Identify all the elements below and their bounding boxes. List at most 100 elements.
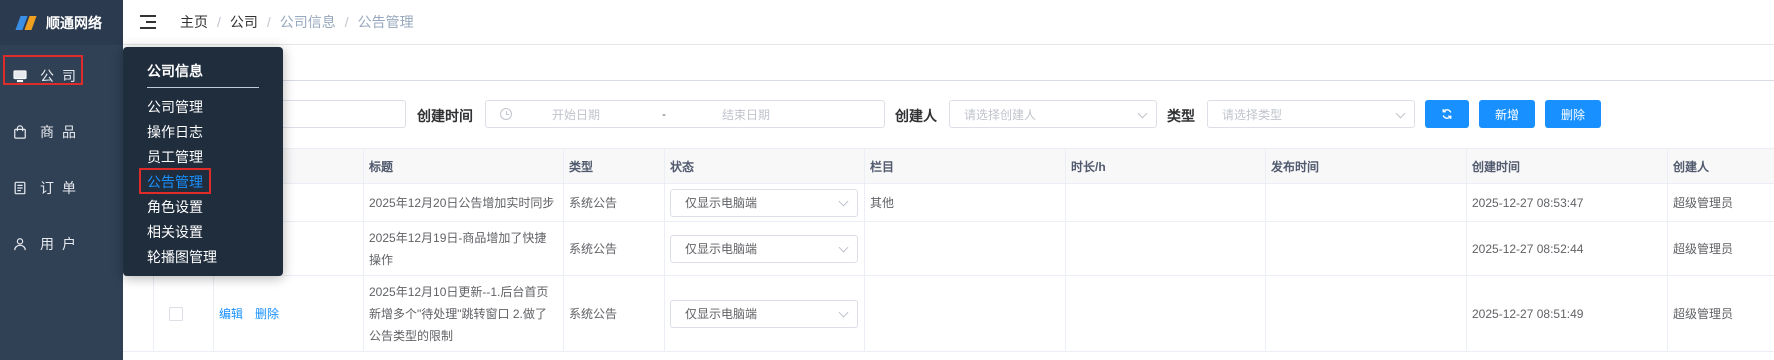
cell-creator: 超级管理员 [1667,276,1774,351]
highlight-box-submenu [139,168,211,194]
column-header-publish-time[interactable]: 发布时间 [1265,149,1466,185]
cell-created-time: 2025-12-27 08:51:49 [1466,276,1667,351]
cell-column: 其他 [864,185,1065,221]
breadcrumb-separator: / [266,14,271,30]
sidebar-item-label: 商品 [40,124,84,140]
submenu-item-company-management[interactable]: 公司管理 [147,97,203,117]
app-root: 顺通网络 公司 商品 订单 用户 主页 / 公司 / 公司信息 / 公告管理 创… [0,0,1774,360]
hamburger-toggle-icon[interactable] [140,15,156,29]
cell-duration [1065,185,1265,221]
submenu-divider [147,87,259,88]
submenu-item-role-settings[interactable]: 角色设置 [147,197,203,217]
refresh-button[interactable] [1425,100,1469,128]
column-header-duration[interactable]: 时长/h [1065,149,1265,185]
highlight-box-sidebar [3,55,83,85]
cell-duration [1065,222,1265,275]
sidebar-item-products[interactable]: 商品 [0,112,123,152]
cell-duration [1065,276,1265,351]
cell-status: 仅显示电脑端 [664,276,864,351]
status-select[interactable]: 仅显示电脑端 [670,189,858,217]
column-header-title[interactable]: 标题 [363,149,563,185]
shopping-bag-icon [12,124,28,140]
status-value: 仅显示电脑端 [685,306,758,321]
logo[interactable]: 顺通网络 [0,0,123,45]
user-icon [12,236,28,252]
clock-icon [500,108,512,120]
document-icon [12,180,28,196]
creator-placeholder: 请选择创建人 [964,107,1037,122]
cell-title: 2025年12月10日更新--1.后台首页新增多个"待处理"跳转窗口 2.做了公… [363,276,563,351]
submenu-flyout: 公司信息 公司管理 操作日志 员工管理 公告管理 角色设置 相关设置 轮播图管理 [123,47,283,276]
submenu-item-employee-management[interactable]: 员工管理 [147,147,203,167]
column-header-creator[interactable]: 创建人 [1667,149,1774,185]
chevron-down-icon [838,242,849,252]
date-range-picker[interactable]: 开始日期 - 结束日期 [485,100,885,128]
column-header-status[interactable]: 状态 [664,149,864,185]
created-time-label: 创建时间 [417,108,473,124]
status-value: 仅显示电脑端 [685,196,758,210]
type-select[interactable]: 请选择类型 [1207,100,1415,128]
row-checkbox[interactable] [168,306,183,321]
sidebar: 顺通网络 公司 商品 订单 用户 [0,0,123,360]
sidebar-item-label: 用户 [40,236,84,252]
cell-type: 系统公告 [563,222,664,275]
submenu-title: 公司信息 [147,63,203,79]
type-placeholder: 请选择类型 [1222,107,1283,122]
top-header: 主页 / 公司 / 公司信息 / 公告管理 [123,0,1774,45]
chevron-down-icon [838,307,849,317]
add-button[interactable]: 新增 [1479,100,1535,128]
column-header-type[interactable]: 类型 [563,149,664,185]
table-row: 2025年12月19日-商品增加了快捷操作 系统公告 仅显示电脑端 2025-1… [123,222,1774,276]
breadcrumb: 主页 / 公司 / 公司信息 / 公告管理 [180,12,414,32]
column-header-column[interactable]: 栏目 [864,149,1065,185]
breadcrumb-separator: / [217,14,221,30]
table-header: 标题 类型 状态 栏目 时长/h 发布时间 创建时间 创建人 [123,148,1774,185]
breadcrumb-separator: / [344,14,349,30]
breadcrumb-company[interactable]: 公司 [230,12,258,32]
cell-title: 2025年12月19日-商品增加了快捷操作 [363,222,563,275]
cell-created-time: 2025-12-27 08:53:47 [1466,185,1667,221]
creator-select[interactable]: 请选择创建人 [949,100,1157,128]
edit-link[interactable]: 编辑 [219,303,243,325]
cell-status: 仅显示电脑端 [664,185,864,221]
date-separator: - [662,107,666,121]
cell-checkbox [153,276,197,351]
breadcrumb-company-info: 公司信息 [279,14,336,30]
logo-icon [15,14,40,32]
cell-type: 系统公告 [563,276,664,351]
cell-status: 仅显示电脑端 [664,222,864,275]
sidebar-item-label: 订单 [40,180,84,196]
submenu-item-related-settings[interactable]: 相关设置 [147,222,203,242]
logo-text: 顺通网络 [46,14,102,31]
cell-publish-time [1265,222,1466,275]
creator-label: 创建人 [895,108,937,124]
sidebar-item-orders[interactable]: 订单 [0,168,123,208]
sidebar-item-users[interactable]: 用户 [0,224,123,264]
status-select[interactable]: 仅显示电脑端 [670,299,858,328]
delete-button[interactable]: 删除 [1545,100,1601,128]
cell-creator: 超级管理员 [1667,185,1774,221]
cell-column [864,222,1065,275]
submenu-item-carousel-management[interactable]: 轮播图管理 [147,247,217,267]
tags-view-bar [123,45,1774,81]
cell-column [864,276,1065,351]
end-date-placeholder: 结束日期 [722,107,771,122]
chevron-down-icon [1137,108,1148,119]
cell-created-time: 2025-12-27 08:52:44 [1466,222,1667,275]
cell-title: 2025年12月20日公告增加实时同步 [363,185,563,221]
cell-type: 系统公告 [563,185,664,221]
table-row: 2025年12月20日公告增加实时同步 系统公告 仅显示电脑端 其他 2025-… [123,185,1774,222]
breadcrumb-home[interactable]: 主页 [180,12,208,32]
chevron-down-icon [1395,108,1406,119]
type-label: 类型 [1167,108,1195,124]
chevron-down-icon [838,196,849,207]
start-date-placeholder: 开始日期 [552,107,601,122]
cell-publish-time [1265,185,1466,221]
cell-creator: 超级管理员 [1667,222,1774,275]
delete-link[interactable]: 删除 [255,303,279,325]
column-header-created-time[interactable]: 创建时间 [1466,149,1667,185]
table-row: 编辑 删除 2025年12月10日更新--1.后台首页新增多个"待处理"跳转窗口… [123,276,1774,352]
status-select[interactable]: 仅显示电脑端 [670,234,858,263]
submenu-item-operation-log[interactable]: 操作日志 [147,122,203,142]
cell-actions: 编辑 删除 [213,276,363,351]
